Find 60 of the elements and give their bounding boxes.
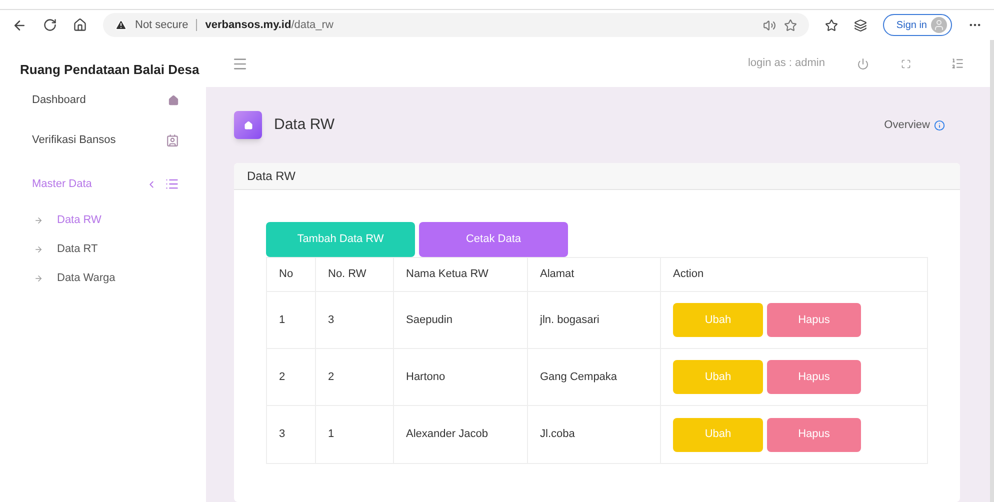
table-cell: 2	[316, 349, 394, 405]
back-icon[interactable]	[12, 18, 27, 32]
page-icon	[234, 111, 262, 139]
favorite-icon[interactable]	[784, 18, 798, 32]
table-cell: 3	[267, 406, 316, 463]
card-title: Data RW	[234, 163, 960, 190]
sign-in-button[interactable]: Sign in	[883, 14, 952, 36]
table-cell: 1	[316, 406, 394, 463]
table-cell: Hartono	[394, 349, 528, 405]
contact-card-icon	[166, 134, 179, 146]
action-button[interactable]: Cetak Data	[419, 222, 568, 257]
page-title: Data RW	[274, 114, 335, 135]
home-icon	[168, 94, 179, 106]
avatar-icon	[931, 17, 947, 33]
list-icon	[165, 177, 179, 191]
sidebar-item[interactable]: Dashboard	[0, 90, 206, 110]
arrow-icon	[34, 274, 43, 283]
table-cell: 1	[267, 292, 316, 348]
action-button[interactable]: Tambah Data RW	[266, 222, 415, 257]
reload-icon[interactable]	[43, 18, 57, 32]
table-cell: Jl.coba	[528, 406, 661, 463]
table-cell: Gang Cempaka	[528, 349, 661, 405]
overview-link[interactable]: Overview	[884, 116, 945, 134]
table-cell: Alexander Jacob	[394, 406, 528, 463]
table-cell: 2	[267, 349, 316, 405]
arrow-icon	[34, 216, 43, 225]
favorites-icon[interactable]	[825, 18, 838, 32]
fullscreen-icon[interactable]	[901, 58, 911, 68]
sidebar-item[interactable]: Master Data	[0, 162, 206, 206]
login-label: login as : admin	[748, 56, 825, 72]
delete-button[interactable]: Hapus	[767, 360, 861, 394]
table-cell: Saepudin	[394, 292, 528, 348]
edit-button[interactable]: Ubah	[673, 360, 763, 394]
url-text: verbansos.my.id/data_rw	[205, 18, 334, 33]
list-icon[interactable]	[951, 57, 964, 70]
edit-button[interactable]: Ubah	[673, 303, 763, 337]
security-label: Not secure	[135, 18, 188, 33]
submenu-item[interactable]: Data RT	[0, 235, 206, 264]
column-header: Action	[672, 267, 705, 282]
warning-icon	[115, 19, 127, 31]
delete-button[interactable]: Hapus	[767, 418, 861, 452]
address-bar[interactable]: Not secure verbansos.my.id/data_rw	[103, 13, 810, 37]
menu-icon[interactable]	[232, 56, 248, 72]
column-header: Nama Ketua RW	[394, 258, 528, 291]
edit-button[interactable]: Ubah	[673, 418, 763, 452]
column-header: Alamat	[528, 258, 661, 291]
home-icon[interactable]	[73, 18, 87, 32]
info-icon	[934, 120, 945, 130]
column-header: No. RW	[316, 258, 394, 291]
speaker-icon[interactable]	[763, 18, 776, 32]
arrow-icon	[34, 245, 43, 254]
table-cell: jln. bogasari	[528, 292, 661, 348]
table-cell: 3	[316, 292, 394, 348]
app-title: Ruang Pendataan Balai Desa	[20, 62, 200, 77]
power-icon[interactable]	[857, 58, 869, 70]
submenu-item[interactable]: Data Warga	[0, 264, 206, 293]
sidebar-item[interactable]: Verifikasi Bansos	[0, 118, 206, 162]
submenu-item[interactable]: Data RW	[0, 206, 206, 235]
delete-button[interactable]: Hapus	[767, 303, 861, 337]
column-header: No	[267, 258, 316, 291]
